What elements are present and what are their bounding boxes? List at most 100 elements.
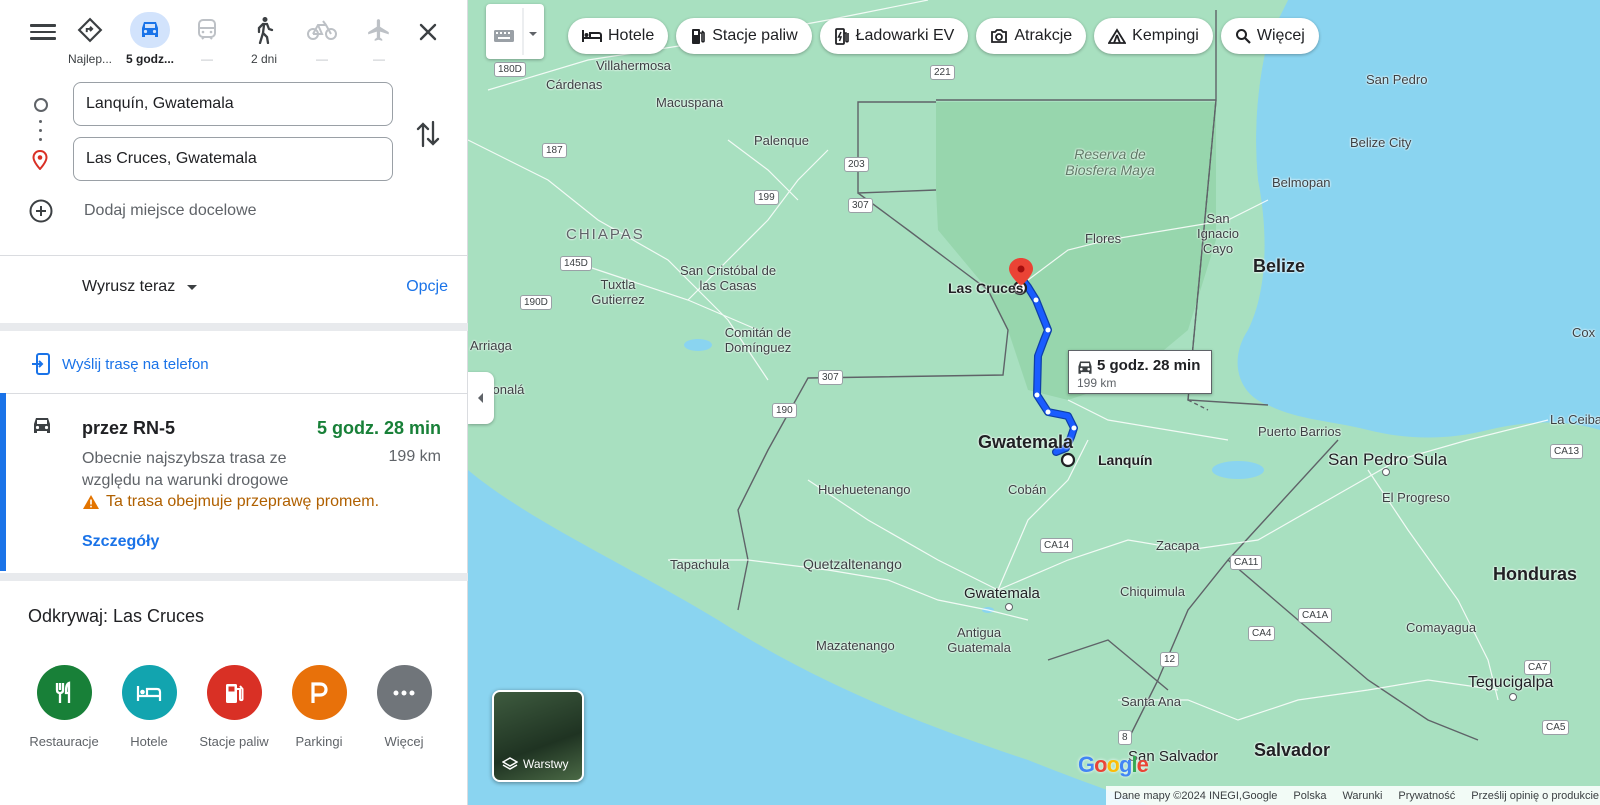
walking-icon — [244, 12, 284, 48]
bed-icon — [121, 665, 177, 720]
lake — [684, 339, 712, 351]
chip-label: Stacje paliw — [712, 27, 798, 44]
send-to-phone-icon — [32, 353, 50, 375]
close-directions-button[interactable] — [414, 18, 442, 46]
mode-cycling[interactable]: — — [294, 12, 350, 66]
add-destination-label: Dodaj miejsce docelowe — [84, 202, 257, 219]
keyboard-icon — [494, 8, 537, 55]
ferry-warning: Ta trasa obejmuje przeprawę promem. — [82, 493, 379, 511]
origin-marker — [1060, 452, 1076, 468]
category-label: Stacje paliw — [199, 734, 269, 749]
chip-ev-chargers[interactable]: Ładowarki EV — [819, 18, 969, 54]
gas-pump-icon — [690, 27, 706, 45]
chip-campgrounds[interactable]: Kempingi — [1094, 18, 1213, 54]
restaurant-icon — [36, 665, 92, 720]
mode-flight[interactable]: — — [351, 12, 407, 66]
map-filter-chips: Hotele Stacje paliw Ładowarki EV Atrakcj… — [568, 18, 1327, 54]
add-destination-button[interactable]: Dodaj miejsce docelowe — [28, 198, 257, 224]
chip-gas-stations[interactable]: Stacje paliw — [676, 18, 812, 54]
more-dots-icon — [376, 665, 432, 720]
chip-label: Atrakcje — [1014, 27, 1073, 44]
collapse-panel-button[interactable] — [468, 372, 494, 424]
options-button[interactable]: Opcje — [406, 278, 448, 296]
directions-panel: Najlep... 5 godz... — 2 dni — — Lanquín,… — [0, 0, 468, 805]
mode-label: — — [373, 52, 385, 66]
category-hotels[interactable]: Hotele — [104, 665, 194, 749]
layers-label: Warstwy — [523, 757, 569, 771]
chip-more[interactable]: Więcej — [1220, 18, 1319, 54]
footer-feedback-link[interactable]: Prześlij opinię o produkcie — [1471, 790, 1599, 802]
warning-icon — [83, 495, 99, 509]
road-shield: 307 — [848, 198, 873, 213]
route-duration-callout[interactable]: 5 godz. 28 min 199 km — [1068, 350, 1212, 394]
route-description: Obecnie najszybsza trasa ze względu na w… — [82, 450, 289, 489]
callout-distance: 199 km — [1077, 376, 1117, 390]
mode-label: 5 godz... — [126, 52, 174, 66]
mode-best[interactable]: Najlep... — [62, 12, 118, 66]
layers-button[interactable]: Warstwy — [492, 690, 584, 782]
road-shield: 190D — [520, 295, 552, 310]
input-tools-button[interactable] — [486, 4, 544, 59]
section-separator — [0, 323, 468, 331]
chip-label: Hotele — [608, 27, 655, 44]
category-label: Parkingi — [295, 734, 343, 749]
gas-pump-icon — [206, 665, 262, 720]
map-footer: Dane mapy ©2024 INEGI,Google Polska Waru… — [1106, 786, 1600, 805]
category-label: Restauracje — [29, 734, 99, 749]
details-link[interactable]: Szczegóły — [82, 533, 159, 551]
car-icon — [30, 415, 54, 442]
chip-hotels[interactable]: Hotele — [568, 18, 669, 54]
callout-duration: 5 godz. 28 min — [1097, 357, 1201, 374]
category-gas-stations[interactable]: Stacje paliw — [189, 665, 279, 749]
footer-privacy-link[interactable]: Prywatność — [1398, 790, 1455, 802]
mode-label: — — [316, 52, 328, 66]
mode-transit[interactable]: — — [179, 12, 235, 66]
camera-icon — [990, 28, 1008, 44]
selected-route-indicator — [0, 393, 6, 571]
destination-pin-icon — [32, 149, 48, 175]
layers-icon — [502, 757, 518, 770]
parking-icon — [291, 665, 347, 720]
category-more[interactable]: Więcej — [359, 665, 449, 749]
swap-button[interactable] — [414, 116, 442, 152]
close-icon — [419, 23, 437, 41]
route-via: przez RN-5 — [82, 418, 176, 438]
category-parking[interactable]: Parkingi — [274, 665, 364, 749]
explore-title: Odkrywaj: Las Cruces — [28, 606, 205, 626]
map-canvas[interactable]: Villahermosa Cárdenas Macuspana Palenque… — [468, 0, 1600, 805]
diamond-route-icon — [70, 12, 110, 48]
swap-arrows-icon — [416, 120, 440, 148]
road-shield: 145D — [560, 256, 592, 271]
footer-terms-link[interactable]: Warunki — [1342, 790, 1382, 802]
road-shield: 8 — [1118, 730, 1132, 745]
car-icon — [130, 12, 170, 48]
route-inputs: Dodaj miejsce docelowe — [0, 80, 468, 250]
route-duration: 5 godz. 28 min — [316, 418, 441, 438]
bed-icon — [582, 29, 602, 43]
road-shield: 12 — [1160, 652, 1180, 667]
destination-input[interactable] — [73, 137, 393, 181]
mode-walking[interactable]: 2 dni — [236, 12, 292, 66]
map-terrain — [468, 0, 1600, 805]
footer-country-link[interactable]: Polska — [1293, 790, 1326, 802]
route-distance: 199 km — [388, 448, 441, 465]
send-to-phone-button[interactable]: Wyślij trasę na telefon — [0, 336, 468, 392]
origin-input[interactable] — [73, 82, 393, 126]
road-shield: 190 — [772, 403, 797, 418]
train-icon — [187, 12, 227, 48]
caret-down-icon — [187, 284, 198, 290]
category-restaurants[interactable]: Restauracje — [19, 665, 109, 749]
road-shield: CA7 — [1524, 660, 1552, 675]
depart-time-dropdown[interactable]: Wyrusz teraz — [82, 278, 198, 296]
depart-label: Wyrusz teraz — [82, 278, 176, 295]
chip-attractions[interactable]: Atrakcje — [976, 18, 1087, 54]
route-option[interactable]: przez RN-5 5 godz. 28 min Obecnie najszy… — [0, 393, 468, 571]
section-separator — [0, 573, 468, 581]
mode-driving[interactable]: 5 godz... — [122, 12, 178, 66]
tent-icon — [1108, 28, 1127, 44]
travel-mode-bar: Najlep... 5 godz... — 2 dni — — — [0, 0, 468, 72]
add-circle-icon — [29, 199, 53, 223]
origin-circle-icon — [34, 98, 48, 112]
menu-button[interactable] — [30, 20, 56, 44]
explore-categories: Restauracje Hotele Stacje paliw Parkingi… — [0, 665, 468, 765]
